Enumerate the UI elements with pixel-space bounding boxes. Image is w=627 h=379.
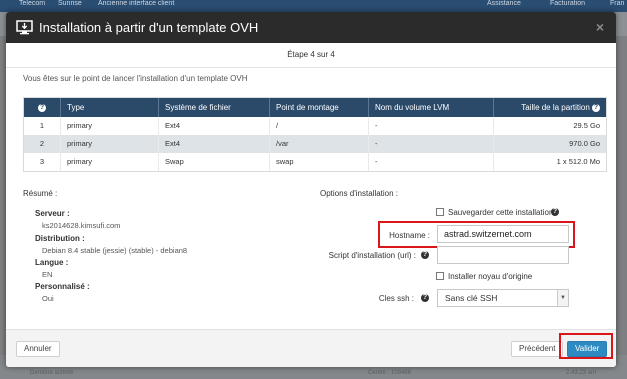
column-header-partition-size-label: Taille de la partition: [521, 103, 590, 112]
row-number: 3: [24, 153, 61, 171]
row-size: 1 x 512.0 Mo: [556, 157, 600, 166]
separator-line: [6, 67, 616, 68]
summary-custom-label: Personnalisé :: [35, 282, 90, 291]
server-install-icon: [16, 20, 33, 35]
summary-title: Résumé :: [23, 189, 58, 198]
column-header-partition-size: Taille de la partition ?: [494, 98, 606, 117]
background-nav-sunrise: Sunrise: [58, 0, 82, 7]
row-filesystem: Swap: [159, 153, 270, 171]
table-row: 3 primary Swap swap - 1 x 512.0 Mo: [24, 153, 606, 171]
row-type: primary: [61, 153, 159, 171]
summary-distribution-label: Distribution :: [35, 234, 85, 243]
column-header-lvm-name: Nom du volume LVM: [369, 98, 494, 117]
original-kernel-label: Installer noyau d'origine: [448, 272, 533, 281]
ssh-keys-select[interactable]: Sans clé SSH ▼: [437, 289, 569, 307]
summary-custom-value: Oui: [42, 294, 54, 303]
install-script-label: Script d'installation (url) :: [328, 251, 416, 260]
background-top-bar: [0, 0, 627, 12]
row-filesystem: Ext4: [159, 117, 270, 135]
background-text-time: 2.43.23 am: [566, 370, 597, 376]
row-mount-point: swap: [270, 153, 369, 171]
help-icon[interactable]: ?: [592, 103, 600, 112]
row-number: 2: [24, 135, 61, 153]
close-button[interactable]: ×: [594, 20, 606, 34]
previous-button[interactable]: Précédent: [511, 341, 564, 357]
column-header-mount-point: Point de montage: [270, 98, 369, 117]
background-text-center: Centre : 103466: [368, 370, 412, 376]
script-help-icon[interactable]: ?: [421, 251, 429, 259]
background-nav-language: Fran: [610, 0, 625, 7]
summary-language-label: Langue :: [35, 258, 69, 267]
help-icon[interactable]: ?: [38, 103, 46, 112]
ssh-keys-select-value: Sans clé SSH: [445, 293, 498, 303]
install-options-title: Options d'installation :: [320, 189, 399, 198]
chevron-down-icon: ▼: [557, 290, 568, 306]
hostname-highlight-box: [378, 221, 575, 248]
summary-language-value: EN: [42, 270, 53, 279]
row-lvm-name: -: [369, 135, 494, 153]
column-header-filesystem: Système de fichier: [159, 98, 270, 117]
background-nav-old-interface: Ancienne interface client: [98, 0, 175, 7]
table-header-row: ? Type Système de fichier Point de monta…: [24, 98, 606, 117]
save-install-checkbox[interactable]: [436, 208, 444, 216]
modal-header: Installation à partir d'un template OVH …: [6, 12, 616, 43]
row-lvm-name: -: [369, 153, 494, 171]
ssh-help-icon[interactable]: ?: [421, 294, 429, 302]
original-kernel-checkbox[interactable]: [436, 272, 444, 280]
validate-highlight-box: [559, 333, 613, 359]
install-template-modal: Installation à partir d'un template OVH …: [6, 12, 616, 367]
intro-text: Vous êtes sur le point de lancer l'insta…: [23, 74, 248, 83]
row-filesystem: Ext4: [159, 135, 270, 153]
table-row: 2 primary Ext4 /var - 970.0 Go: [24, 135, 606, 153]
install-script-input[interactable]: [437, 246, 569, 264]
background-nav-telecom: Telecom: [19, 0, 46, 7]
summary-server-label: Serveur :: [35, 209, 70, 218]
save-install-label: Sauvegarder cette installation: [448, 208, 554, 217]
column-header-type: Type: [61, 98, 159, 117]
background-text-activity: Dernière activité: [30, 370, 74, 376]
ssh-keys-label: Cles ssh :: [378, 294, 414, 303]
modal-footer: Annuler Précédent Valider: [6, 329, 616, 367]
partitions-table: ? Type Système de fichier Point de monta…: [23, 97, 607, 172]
row-number: 1: [24, 117, 61, 135]
background-nav-billing: Facturation: [550, 0, 586, 7]
row-type: primary: [61, 117, 159, 135]
background-nav-assistance: Assistance: [487, 0, 521, 7]
row-size: 970.0 Go: [569, 139, 600, 148]
column-header-number: ?: [24, 98, 61, 117]
step-indicator: Étape 4 sur 4: [287, 50, 335, 59]
summary-server-value: ks2014628.kimsufi.com: [42, 221, 121, 230]
summary-distribution-value: Debian 8.4 stable (jessie) (stable) - de…: [42, 246, 188, 255]
table-row: 1 primary Ext4 / - 29.5 Go: [24, 117, 606, 135]
row-mount-point: /var: [270, 135, 369, 153]
save-help-icon[interactable]: ?: [551, 208, 559, 216]
modal-title: Installation à partir d'un template OVH: [39, 20, 259, 35]
row-mount-point: /: [270, 117, 369, 135]
row-type: primary: [61, 135, 159, 153]
row-lvm-name: -: [369, 117, 494, 135]
cancel-button[interactable]: Annuler: [16, 341, 60, 357]
row-size: 29.5 Go: [573, 121, 600, 130]
